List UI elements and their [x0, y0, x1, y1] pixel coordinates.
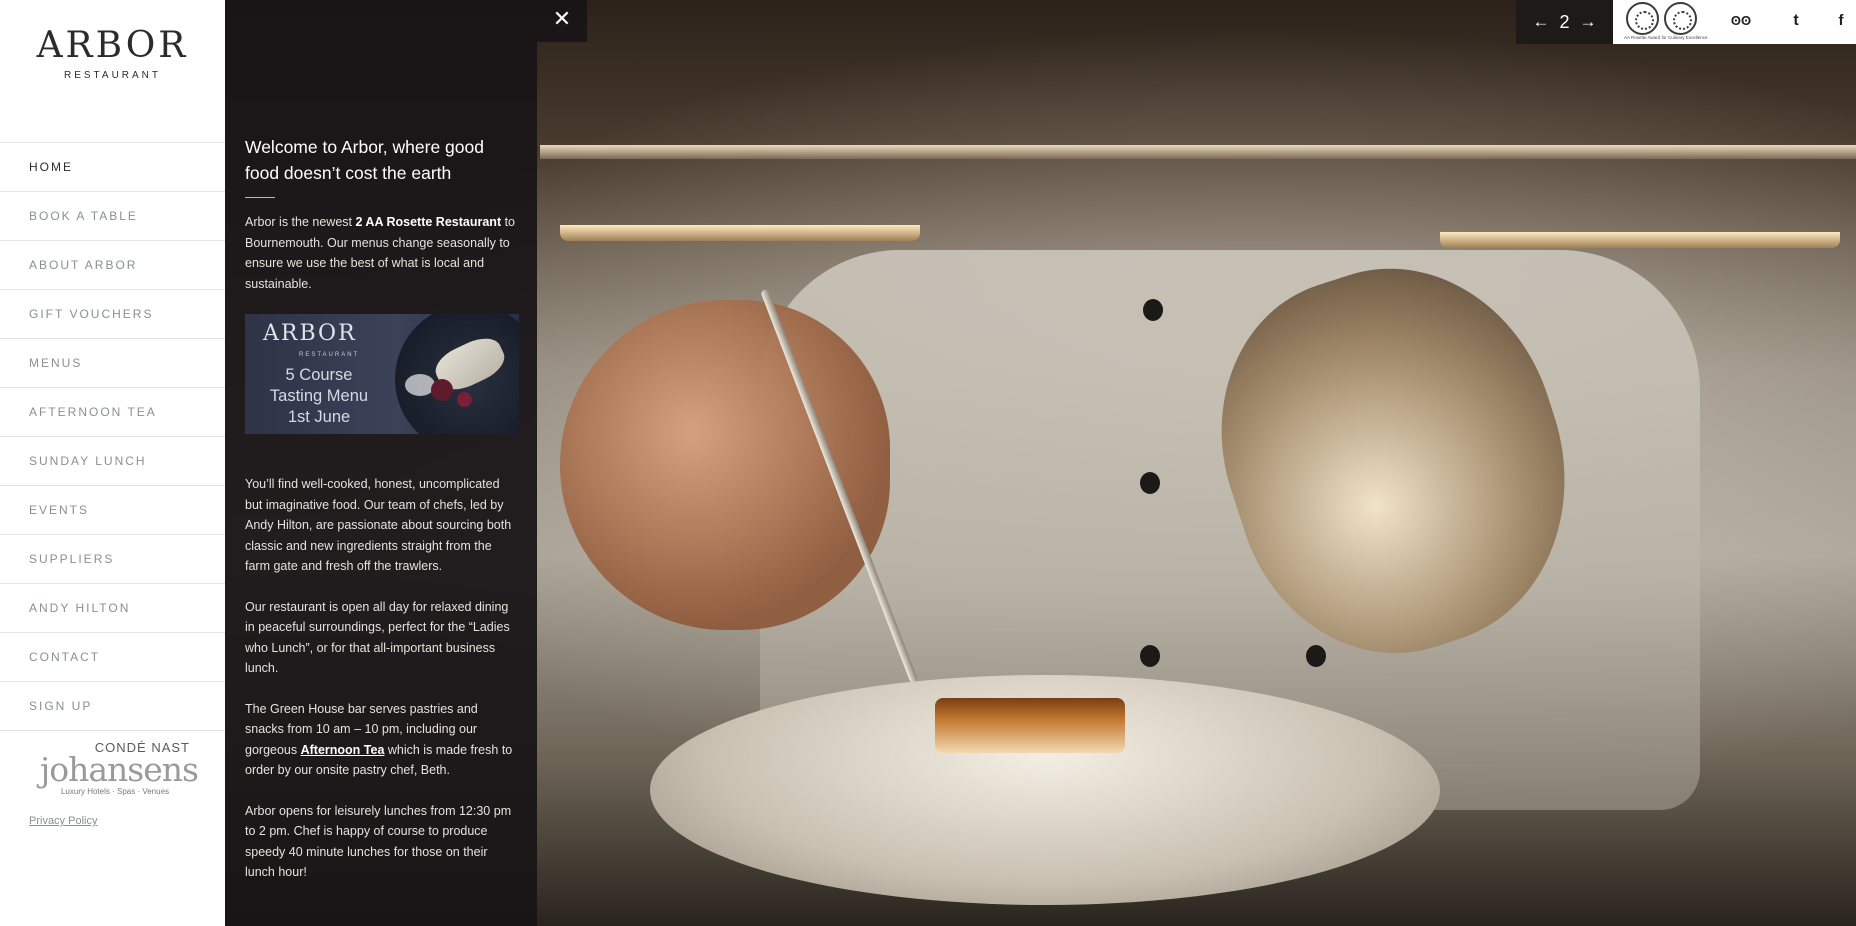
nav-item-afternoon-tea[interactable]: AFTERNOON TEA: [0, 388, 225, 437]
promo-subtitle: RESTAURANT: [299, 352, 360, 358]
conde-nast-johansens-logo[interactable]: CONDÉ NAST johansens Luxury Hotels · Spa…: [40, 740, 199, 796]
slide-number: 2: [1559, 11, 1570, 32]
afternoon-tea-link[interactable]: Afternoon Tea: [301, 743, 385, 757]
intro-bold: 2 AA Rosette Restaurant: [355, 215, 502, 229]
johansens-word: johansens: [40, 750, 199, 789]
plated-food: [935, 698, 1125, 753]
brand-subtitle: RESTAURANT: [63, 70, 162, 81]
promo-beetroot: [431, 379, 453, 401]
title-divider: [245, 197, 275, 198]
brand-name: ARBOR: [36, 25, 189, 66]
promo-text: 5 Course Tasting Menu 1st June: [259, 365, 379, 428]
nav-item-andy-hilton[interactable]: ANDY HILTON: [0, 584, 225, 633]
nav-item-suppliers[interactable]: SUPPLIERS: [0, 535, 225, 584]
nav-item-gift-vouchers[interactable]: GIFT VOUCHERS: [0, 290, 225, 339]
jacket-button: [1140, 472, 1160, 494]
rosette-icon: [1664, 2, 1697, 35]
awards-social-bar: AA Rosette Award for Culinary Excellence…: [1613, 0, 1856, 44]
johansens-sub: Luxury Hotels · Spas · Venues: [60, 787, 170, 796]
nav-item-events[interactable]: EVENTS: [0, 486, 225, 535]
open-all-day-paragraph: Our restaurant is open all day for relax…: [245, 599, 510, 676]
jacket-button: [1140, 645, 1160, 667]
jacket-button: [1306, 645, 1326, 667]
green-house-paragraph: The Green House bar serves pastries and …: [245, 699, 520, 781]
arrow-left-icon[interactable]: ←: [1532, 12, 1549, 32]
nav-item-contact[interactable]: CONTACT: [0, 633, 225, 682]
lunch-paragraph: Arbor opens for leisurely lunches from 1…: [245, 803, 512, 880]
nav-item-sunday-lunch[interactable]: SUNDAY LUNCH: [0, 437, 225, 486]
facebook-icon[interactable]: f: [1829, 8, 1853, 34]
welcome-content: Welcome to Arbor, where good food doesn’…: [245, 134, 520, 903]
promo-line-2: Tasting Menu: [269, 387, 369, 405]
aa-rosettes-award: AA Rosette Award for Culinary Excellence: [1624, 0, 1712, 44]
promo-line-1: 5 Course: [285, 366, 353, 384]
close-icon: ✕: [552, 7, 572, 32]
intro-paragraph: Arbor is the newest 2 AA Rosette Restaur…: [245, 212, 520, 294]
privacy-policy-link[interactable]: Privacy Policy: [29, 815, 97, 827]
promo-brand: ARBOR: [263, 321, 357, 346]
heat-lamp: [1440, 232, 1840, 248]
promo-beetroot: [457, 392, 472, 407]
nav-item-about-arbor[interactable]: ABOUT ARBOR: [0, 241, 225, 290]
arrow-right-icon[interactable]: →: [1580, 12, 1597, 32]
slide-pager: ← 2 →: [1516, 0, 1613, 44]
heat-lamp: [560, 225, 920, 241]
tasting-menu-promo-banner[interactable]: ARBOR RESTAURANT 5 Course Tasting Menu 1…: [245, 314, 519, 434]
twitter-icon[interactable]: t: [1783, 8, 1809, 34]
promo-line-3: 1st June: [287, 408, 351, 426]
food-paragraph: You’ll find well-cooked, honest, uncompl…: [245, 477, 512, 573]
rosette-caption: AA Rosette Award for Culinary Excellence: [1624, 35, 1708, 40]
heat-lamp-shelf: [540, 145, 1856, 159]
nav-item-book-a-table[interactable]: BOOK A TABLE: [0, 192, 225, 241]
close-panel-button[interactable]: ✕: [537, 0, 587, 42]
nav-item-sign-up[interactable]: SIGN UP: [0, 682, 225, 731]
main-nav: HOME BOOK A TABLE ABOUT ARBOR GIFT VOUCH…: [0, 142, 225, 731]
nav-item-home[interactable]: HOME: [0, 143, 225, 192]
nav-item-menus[interactable]: MENUS: [0, 339, 225, 388]
jacket-button: [1143, 299, 1163, 321]
welcome-title: Welcome to Arbor, where good food doesn’…: [245, 137, 484, 183]
sidebar: ARBOR RESTAURANT HOME BOOK A TABLE ABOUT…: [0, 0, 225, 926]
tripadvisor-icon[interactable]: ʘʘ: [1726, 8, 1756, 34]
brand-logo[interactable]: ARBOR RESTAURANT: [0, 25, 225, 82]
intro-text: Arbor is the newest: [245, 215, 356, 229]
rosette-icon: [1626, 2, 1659, 35]
welcome-panel: Welcome to Arbor, where good food doesn’…: [225, 0, 537, 926]
chef-hand: [560, 300, 890, 630]
